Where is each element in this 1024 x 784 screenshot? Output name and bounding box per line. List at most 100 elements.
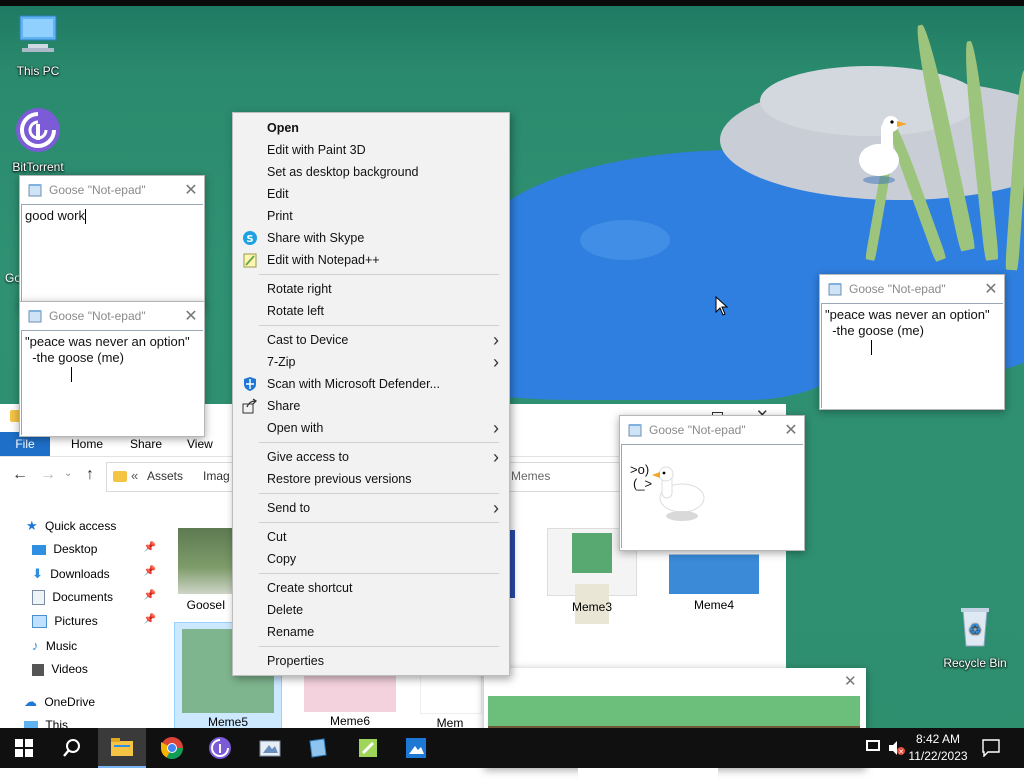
close-icon[interactable]: ✕	[778, 420, 804, 440]
goose-sprite[interactable]	[855, 112, 911, 188]
navigation-pane: ★ Quick access Desktop 📌 ⬇ Downloads 📌 D…	[0, 512, 160, 730]
nav-item-quick-access[interactable]: ★ Quick access	[26, 518, 116, 534]
notepad-icon	[828, 283, 842, 296]
menu-item-label: Properties	[267, 654, 324, 668]
menu-item-rotate-left[interactable]: Rotate left	[233, 300, 509, 322]
menu-item-properties[interactable]: Properties	[233, 650, 509, 672]
start-button[interactable]	[0, 728, 48, 768]
window-title: Goose "Not-epad"	[49, 309, 146, 323]
breadcrumb-memes[interactable]: Memes	[511, 469, 550, 483]
menu-item-share[interactable]: Share	[233, 395, 509, 417]
menu-item-cast-to-device[interactable]: Cast to Device ›	[233, 329, 509, 351]
nav-label: Desktop	[53, 542, 98, 556]
menu-item-open-with[interactable]: Open with ›	[233, 417, 509, 439]
notepad-window[interactable]: Goose "Not-epad" ✕ good work	[19, 175, 205, 307]
window-titlebar[interactable]: Goose "Not-epad" ✕	[20, 302, 204, 330]
breadcrumb-images[interactable]: Imag	[203, 469, 230, 483]
window-titlebar[interactable]: Goose "Not-epad" ✕	[20, 176, 204, 204]
close-icon[interactable]: ✕	[178, 180, 204, 200]
menu-item-print[interactable]: Print	[233, 205, 509, 227]
tray-network-icon[interactable]	[866, 740, 880, 751]
submenu-arrow-icon: ›	[493, 498, 499, 518]
back-button[interactable]: ←	[12, 466, 28, 484]
notifications-icon[interactable]	[982, 739, 1000, 757]
menu-item-cut[interactable]: Cut	[233, 526, 509, 548]
forward-button[interactable]: →	[40, 466, 56, 484]
up-button[interactable]: ↑	[86, 466, 94, 484]
menu-item-give-access-to[interactable]: Give access to ›	[233, 446, 509, 468]
taskbar-app-notepad[interactable]	[294, 728, 342, 768]
taskbar-app-photos[interactable]	[392, 728, 440, 768]
desktop-icon-bittorrent[interactable]: BitTorrent	[0, 106, 76, 174]
desktop-icon-recycle-bin[interactable]: ♻ Recycle Bin	[937, 602, 1013, 670]
notepad-window[interactable]: Goose "Not-epad" ✕ >o) (_>	[619, 415, 805, 551]
notepad-text-area[interactable]: "peace was never an option" -the goose (…	[21, 330, 203, 435]
menu-item-edit-with-notepad[interactable]: Edit with Notepad++	[233, 249, 509, 271]
star-icon: ★	[26, 518, 38, 533]
close-icon[interactable]: ✕	[978, 279, 1004, 299]
taskbar: ✕ 8:42 AM 11/22/2023	[0, 728, 1024, 768]
nav-item-desktop[interactable]: Desktop 📌	[32, 542, 156, 556]
desktop-icon-this-pc[interactable]: This PC	[0, 10, 76, 78]
notepad-window[interactable]: Goose "Not-epad" ✕ "peace was never an o…	[19, 301, 205, 437]
tray-volume-muted-icon[interactable]: ✕	[887, 740, 905, 756]
menu-item-send-to[interactable]: Send to ›	[233, 497, 509, 519]
window-title: Goose "Not-epad"	[849, 282, 946, 296]
menu-item-scan-with-microsoft-defender[interactable]: Scan with Microsoft Defender...	[233, 373, 509, 395]
notepad-text-area[interactable]: good work	[21, 204, 203, 303]
taskbar-app-notepad-plus-plus[interactable]	[344, 728, 392, 768]
menu-separator	[259, 442, 499, 443]
menu-item-label: Set as desktop background	[267, 165, 419, 179]
close-icon[interactable]: ✕	[844, 672, 857, 690]
picture-icon	[32, 615, 47, 629]
search-button[interactable]	[48, 728, 96, 768]
bittorrent-icon	[209, 737, 231, 759]
notepad-text-area[interactable]: >o) (_>	[621, 444, 803, 548]
window-titlebar[interactable]: Goose "Not-epad" ✕	[820, 275, 1004, 303]
menu-item-edit-with-paint-3d[interactable]: Edit with Paint 3D	[233, 139, 509, 161]
menu-separator	[259, 573, 499, 574]
menu-separator	[259, 274, 499, 275]
taskbar-app-chrome[interactable]	[148, 728, 196, 768]
recent-dropdown-icon[interactable]: ⌄	[64, 468, 72, 479]
breadcrumb-overflow[interactable]: «	[131, 468, 138, 483]
clock-time[interactable]: 8:42 AM	[906, 732, 970, 746]
window-titlebar[interactable]: Goose "Not-epad" ✕	[620, 416, 804, 444]
nav-item-downloads[interactable]: ⬇ Downloads 📌	[32, 566, 156, 582]
file-item-goose[interactable]: GooseI	[176, 528, 236, 620]
paint-icon	[259, 740, 281, 757]
menu-item-label: Scan with Microsoft Defender...	[267, 377, 440, 391]
taskbar-app-bittorrent[interactable]	[196, 728, 244, 768]
nav-item-pictures[interactable]: Pictures 📌	[32, 614, 156, 629]
nav-item-music[interactable]: ♪ Music	[32, 638, 77, 653]
menu-item-label: Delete	[267, 603, 304, 617]
clock-date[interactable]: 11/22/2023	[906, 749, 970, 763]
nav-item-videos[interactable]: Videos	[32, 662, 88, 676]
close-icon[interactable]: ✕	[178, 306, 204, 326]
pc-icon	[19, 15, 57, 52]
menu-item-restore-previous-versions[interactable]: Restore previous versions	[233, 468, 509, 490]
defender-icon	[242, 376, 258, 392]
taskbar-app-paint[interactable]	[246, 728, 294, 768]
chrome-icon	[161, 737, 183, 759]
notepad-window[interactable]: Goose "Not-epad" ✕ "peace was never an o…	[819, 274, 1005, 410]
menu-item-7-zip[interactable]: 7-Zip ›	[233, 351, 509, 373]
menu-item-rename[interactable]: Rename	[233, 621, 509, 643]
menu-item-open[interactable]: Open	[233, 117, 509, 139]
menu-item-rotate-right[interactable]: Rotate right	[233, 278, 509, 300]
menu-item-create-shortcut[interactable]: Create shortcut	[233, 577, 509, 599]
menu-item-set-as-desktop-background[interactable]: Set as desktop background	[233, 161, 509, 183]
notepad-text-area[interactable]: "peace was never an option" -the goose (…	[821, 303, 1003, 408]
text-caret	[71, 367, 72, 383]
menu-item-copy[interactable]: Copy	[233, 548, 509, 570]
menu-item-share-with-skype[interactable]: S Share with Skype	[233, 227, 509, 249]
menu-item-label: Rotate left	[267, 304, 324, 318]
nav-item-documents[interactable]: Documents 📌	[32, 590, 156, 606]
context-menu[interactable]: Open Edit with Paint 3D Set as desktop bac…	[232, 112, 510, 676]
taskbar-app-file-explorer[interactable]	[98, 728, 146, 768]
desktop-icon-label: BitTorrent	[12, 160, 64, 174]
nav-item-onedrive[interactable]: ☁ OneDrive	[24, 694, 95, 710]
breadcrumb-assets[interactable]: Assets	[147, 469, 183, 483]
menu-item-delete[interactable]: Delete	[233, 599, 509, 621]
menu-item-edit[interactable]: Edit	[233, 183, 509, 205]
